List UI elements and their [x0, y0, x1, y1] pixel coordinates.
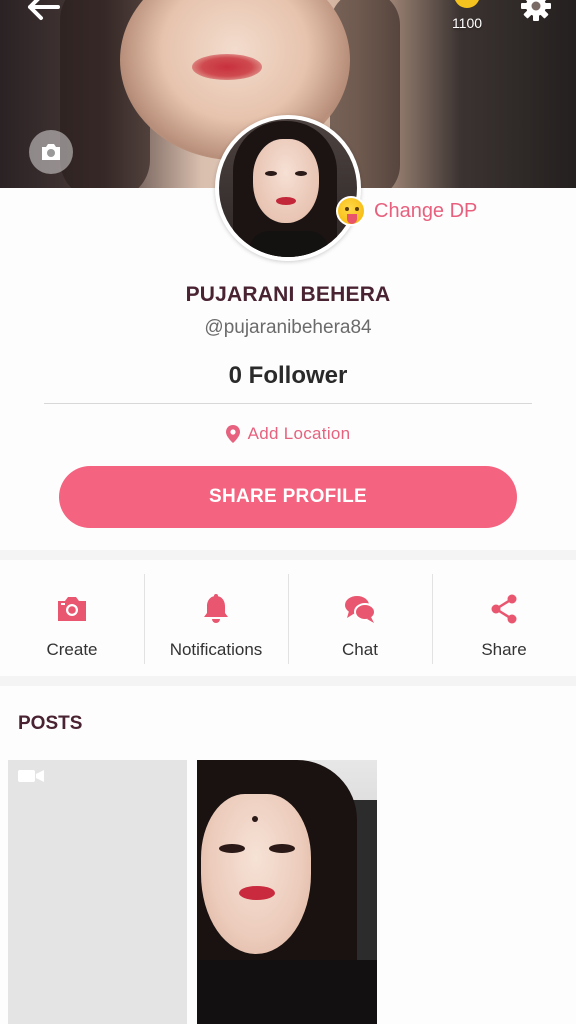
profile-handle: @pujaranibehera84 [204, 317, 372, 338]
action-bar: Create Notifications Chat Share [0, 560, 576, 676]
change-dp-label: Change DP [374, 199, 478, 222]
back-arrow-icon[interactable] [26, 0, 62, 22]
divider [44, 403, 532, 404]
create-label: Create [46, 640, 98, 659]
location-pin-icon [225, 425, 240, 443]
gear-icon[interactable] [520, 0, 552, 22]
profile-screen: 1100 Change DP PUJARANI BEHERA @pujarani… [0, 0, 576, 1024]
camera-icon [58, 597, 86, 621]
coin-icon [454, 0, 480, 8]
share-icon [491, 594, 517, 624]
follower-count[interactable]: 0 Follower [0, 362, 576, 390]
notifications-button[interactable]: Notifications [144, 560, 288, 676]
share-button[interactable]: Share [432, 560, 576, 676]
coins-count: 1100 [451, 15, 483, 31]
change-cover-button[interactable] [29, 130, 73, 174]
add-location-button[interactable]: Add Location [0, 424, 576, 444]
coins-balance[interactable]: 1100 [444, 0, 490, 31]
avatar[interactable] [215, 115, 361, 261]
create-button[interactable]: Create [0, 560, 144, 676]
posts-section: POSTS [0, 686, 576, 1024]
posts-title: POSTS [18, 713, 83, 734]
camera-icon [42, 144, 60, 160]
notifications-label: Notifications [169, 640, 263, 659]
change-dp-button[interactable]: Change DP [336, 196, 477, 226]
share-label: Share [481, 640, 527, 659]
tongue-emoji-icon [336, 196, 366, 226]
bell-icon [204, 594, 228, 623]
video-camera-icon [18, 770, 44, 782]
post-thumbnail-video[interactable] [8, 760, 187, 1024]
chat-button[interactable]: Chat [288, 560, 432, 676]
chat-bubbles-icon [345, 596, 376, 623]
share-profile-button[interactable]: SHARE PROFILE [59, 466, 517, 528]
profile-name: PUJARANI BEHERA [185, 283, 391, 306]
chat-label: Chat [342, 640, 378, 659]
post-thumbnail-photo[interactable] [197, 760, 377, 1024]
add-location-label: Add Location [247, 424, 351, 443]
